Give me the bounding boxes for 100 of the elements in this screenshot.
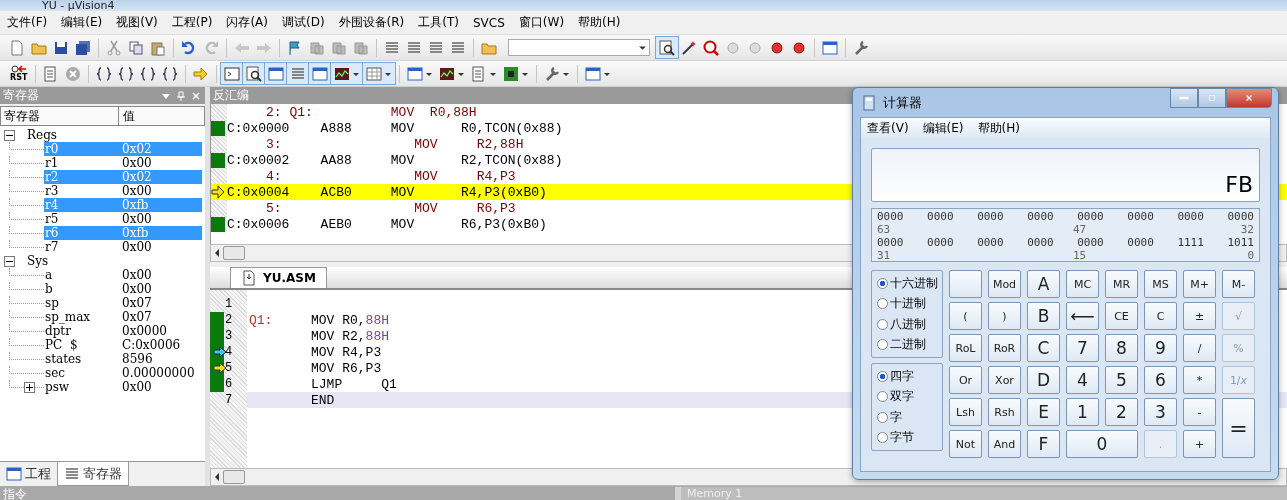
register-row[interactable]: sec 0.00000000: [44, 366, 202, 380]
menu-item[interactable]: 编辑(E): [54, 14, 110, 31]
calculator-key[interactable]: RoR: [988, 334, 1021, 362]
radio-button[interactable]: 八进制: [877, 315, 942, 333]
scrollbar-thumb[interactable]: [223, 470, 245, 484]
tree-group-label[interactable]: Regs: [27, 128, 57, 142]
menu-item[interactable]: 工具(T): [411, 14, 466, 31]
calculator-key[interactable]: *: [1183, 366, 1216, 394]
calculator-key[interactable]: ±: [1183, 302, 1216, 330]
menu-item[interactable]: 编辑(E): [922, 119, 964, 137]
calculator-key[interactable]: Lsh: [949, 398, 982, 426]
calculator-key[interactable]: Not: [949, 430, 982, 458]
radio-button[interactable]: 十六进制: [877, 274, 942, 292]
register-row[interactable]: r7 0x00: [44, 240, 202, 254]
calculator-key[interactable]: Mod: [988, 270, 1021, 298]
calculator-key[interactable]: D: [1027, 366, 1060, 394]
calculator-key[interactable]: Xor: [988, 366, 1021, 394]
menu-item[interactable]: 视图(V): [109, 14, 165, 31]
menu-item[interactable]: 窗口(W): [511, 14, 572, 31]
expander-icon[interactable]: [24, 382, 35, 393]
calculator-key[interactable]: -: [1183, 398, 1216, 426]
menu-item[interactable]: 查看(V): [867, 119, 909, 137]
calculator-key[interactable]: 9: [1144, 334, 1177, 362]
minimize-button[interactable]: [1170, 88, 1198, 108]
calculator-key[interactable]: 1: [1066, 398, 1099, 426]
radio-button[interactable]: 十进制: [877, 295, 942, 313]
menu-item[interactable]: 工程(P): [164, 14, 220, 31]
calculator-key[interactable]: /: [1183, 334, 1216, 362]
register-value: 0x00: [122, 156, 152, 170]
menu-item[interactable]: 外围设备(R): [331, 14, 412, 31]
dropdown-arrow-icon[interactable]: [638, 43, 647, 52]
menu-item[interactable]: 帮助(H): [977, 119, 1020, 137]
calculator-key[interactable]: 2: [1105, 398, 1138, 426]
calculator-icon: [861, 94, 877, 111]
calculator-key[interactable]: MS: [1144, 270, 1177, 298]
register-row[interactable]: dptr 0x0000: [44, 324, 202, 338]
calculator-key[interactable]: 7: [1066, 334, 1099, 362]
calculator-key[interactable]: 3: [1144, 398, 1177, 426]
radio-button[interactable]: 四字: [877, 367, 942, 385]
calculator-key[interactable]: ⟵: [1066, 302, 1099, 330]
menu-item[interactable]: SVCS: [466, 15, 512, 30]
radio-button[interactable]: 字: [877, 408, 942, 426]
menu-item[interactable]: 帮助(H): [571, 14, 628, 31]
calculator-key[interactable]: E: [1027, 398, 1060, 426]
register-row[interactable]: r3 0x00: [44, 184, 202, 198]
close-button[interactable]: [1226, 88, 1272, 108]
radio-button[interactable]: 字节: [877, 429, 942, 447]
register-row[interactable]: r5 0x00: [44, 212, 202, 226]
radio-button[interactable]: 二进制: [877, 336, 942, 354]
editor-tab[interactable]: YU.ASM: [230, 267, 327, 288]
register-row[interactable]: states 8596: [44, 352, 202, 366]
tree-group-label[interactable]: Sys: [27, 254, 49, 268]
register-row[interactable]: sp_max 0x07: [44, 310, 202, 324]
expander-icon[interactable]: [4, 255, 15, 267]
menu-item[interactable]: 文件(F): [0, 14, 55, 31]
calculator-key[interactable]: +: [1183, 430, 1216, 458]
calculator-key[interactable]: MR: [1105, 270, 1138, 298]
panel-tab[interactable]: 寄存器: [57, 462, 129, 486]
calculator-key[interactable]: 6: [1144, 366, 1177, 394]
calculator-key[interactable]: 8: [1105, 334, 1138, 362]
reset-button[interactable]: RST: [6, 65, 32, 82]
calculator-key[interactable]: M+: [1183, 270, 1216, 298]
calculator-key[interactable]: MC: [1066, 270, 1099, 298]
bit-group: 0000: [927, 210, 954, 223]
source-line: 4: MOV R4,P3: [265, 168, 516, 184]
calculator-key[interactable]: C: [1027, 334, 1060, 362]
register-row[interactable]: psw 0x00: [44, 380, 202, 394]
calculator-key[interactable]: 0: [1066, 430, 1138, 458]
register-row[interactable]: b 0x00: [44, 282, 202, 296]
register-row[interactable]: PC $ C:0x0006: [44, 338, 202, 352]
column-header[interactable]: 寄存器: [1, 107, 119, 125]
calculator-key[interactable]: Or: [949, 366, 982, 394]
register-row[interactable]: a 0x00: [44, 268, 202, 282]
close-icon[interactable]: [191, 90, 201, 101]
calculator-key[interactable]: =: [1222, 398, 1255, 458]
calculator-key[interactable]: RoL: [949, 334, 982, 362]
calculator-key[interactable]: CE: [1105, 302, 1138, 330]
expander-icon[interactable]: [4, 129, 15, 141]
maximize-button[interactable]: [1198, 88, 1226, 108]
menu-item[interactable]: 闪存(A): [219, 14, 275, 31]
calculator-key[interactable]: ): [988, 302, 1021, 330]
radio-button[interactable]: 双字: [877, 388, 942, 406]
calculator-key[interactable]: F: [1027, 430, 1060, 458]
panel-tab[interactable]: 工程: [0, 462, 57, 486]
calculator-key[interactable]: 5: [1105, 366, 1138, 394]
calculator-key[interactable]: (: [949, 302, 982, 330]
calculator-key[interactable]: 4: [1066, 366, 1099, 394]
register-row[interactable]: r1 0x00: [44, 156, 202, 170]
blank-key[interactable]: [949, 270, 982, 298]
calculator-key[interactable]: M-: [1222, 270, 1255, 298]
calculator-key[interactable]: Rsh: [988, 398, 1021, 426]
menu-item[interactable]: 调试(D): [275, 14, 332, 31]
column-header[interactable]: 值: [119, 107, 135, 125]
calculator-key[interactable]: B: [1027, 302, 1060, 330]
scrollbar-thumb[interactable]: [223, 246, 245, 260]
line-number: 5: [225, 361, 233, 375]
register-row[interactable]: sp 0x07: [44, 296, 202, 310]
calculator-key[interactable]: A: [1027, 270, 1060, 298]
calculator-key[interactable]: And: [988, 430, 1021, 458]
calculator-key[interactable]: C: [1144, 302, 1177, 330]
